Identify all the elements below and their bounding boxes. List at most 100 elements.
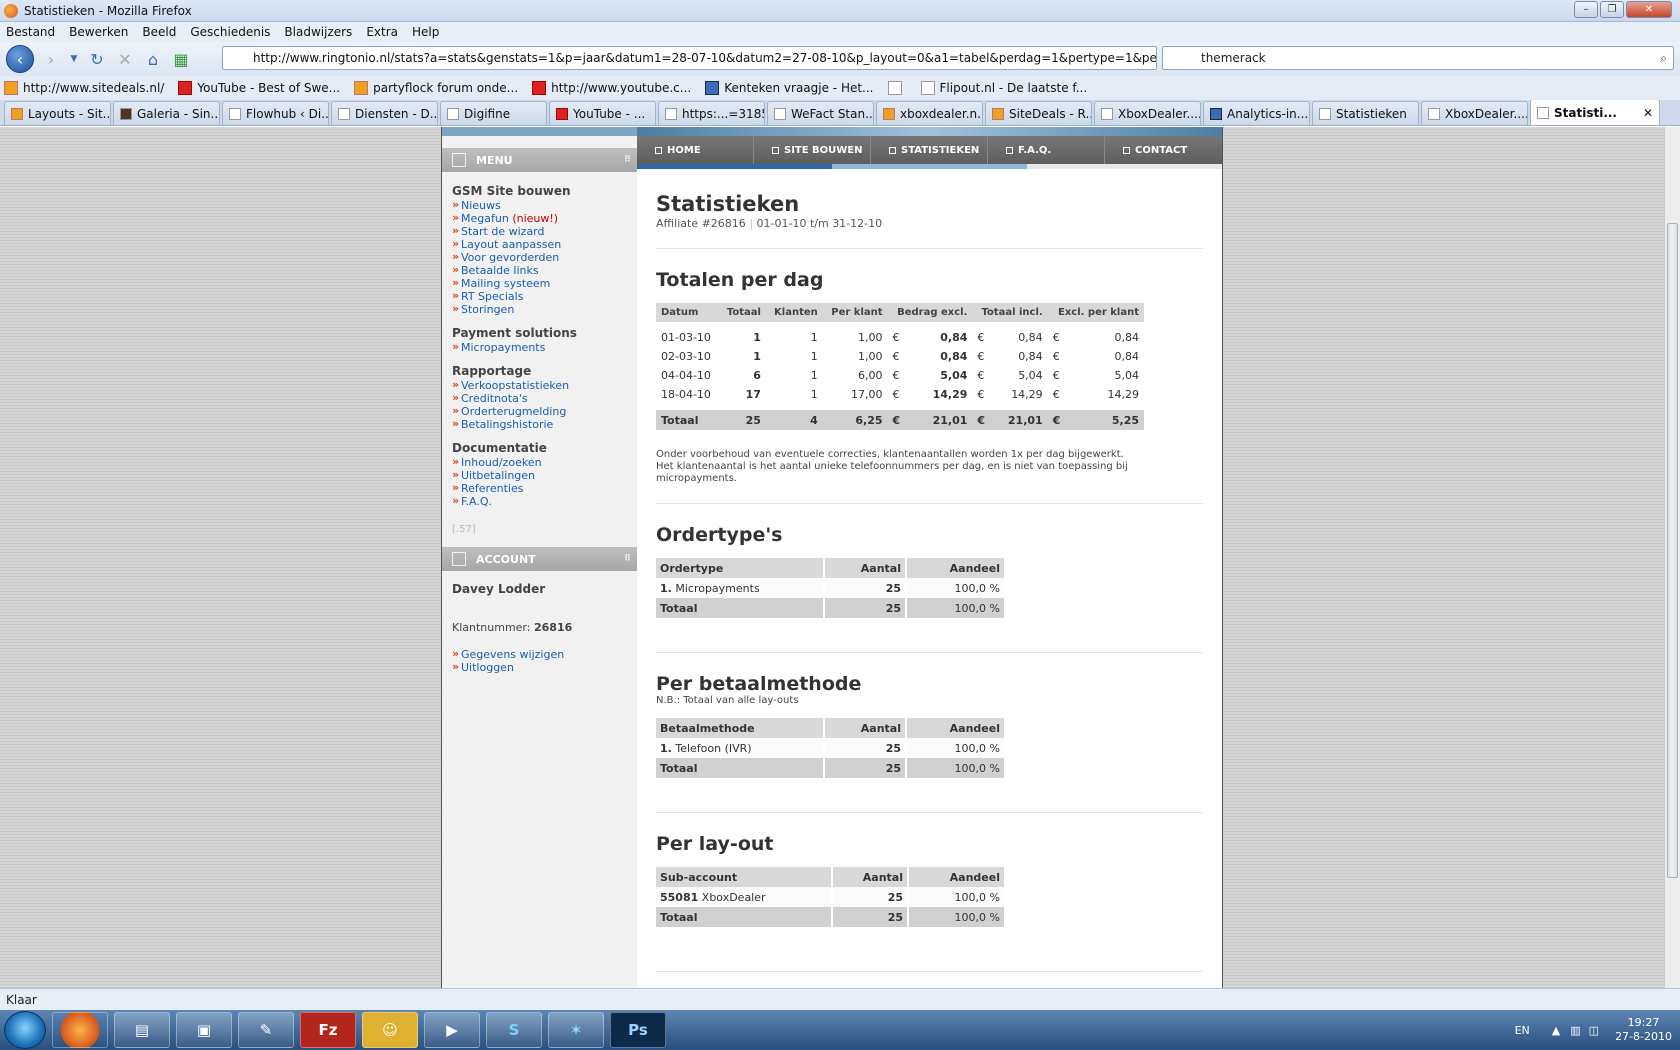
maximize-button[interactable]: ❐ (1600, 1, 1624, 18)
table-cell: 0,84 (1114, 331, 1140, 344)
sidebar-item-faq[interactable]: F.A.Q. (452, 494, 637, 508)
show-hidden-icons-icon[interactable]: ▲ (1552, 1024, 1560, 1037)
sidebar-item-gevorderden[interactable]: Voor gevorderden (452, 250, 637, 264)
browser-tab[interactable]: Statistieken (1312, 101, 1419, 125)
search-box[interactable]: themerack ⌕ (1162, 46, 1674, 70)
sidebar-item-rt-specials[interactable]: RT Specials (452, 289, 637, 303)
sidebar-item-creditnotas[interactable]: Creditnota's (452, 391, 637, 405)
browser-tab[interactable]: Digifine (440, 101, 547, 125)
sidebar-item-inhoud[interactable]: Inhoud/zoeken (452, 455, 637, 469)
betaalmethode-table: Betaalmethode Aantal Aandeel 1. Telefoon (… (656, 718, 1006, 778)
sidebar-item-nieuws[interactable]: Nieuws (452, 198, 637, 212)
nav-home[interactable]: HOME (637, 136, 754, 164)
reload-icon[interactable]: ↻ (86, 48, 108, 70)
search-icon[interactable]: ⌕ (1660, 51, 1667, 66)
url-bar[interactable]: http://www.ringtonio.nl/stats?a=stats&ge… (222, 46, 1157, 70)
edit-profile-link[interactable]: Gegevens wijzigen (452, 647, 637, 661)
close-window-button[interactable]: ✕ (1626, 1, 1672, 18)
language-indicator[interactable]: EN (1515, 1024, 1530, 1037)
photoshop-taskbar-icon[interactable]: Ps (610, 1012, 666, 1048)
sidebar-item-wizard[interactable]: Start de wizard (452, 224, 637, 238)
menu-bladwijzers[interactable]: Bladwijzers (284, 25, 352, 39)
vertical-scrollbar[interactable] (1664, 127, 1680, 988)
home-icon[interactable]: ⌂ (142, 48, 164, 70)
browser-tab[interactable]: Galeria - Sin... (113, 101, 220, 125)
notepad-taskbar-icon[interactable]: ✎ (238, 1012, 294, 1048)
browser-tab-active[interactable]: Statisti... ✕ (1530, 100, 1660, 125)
back-button[interactable]: ‹ (6, 45, 34, 73)
close-tab-icon[interactable]: ✕ (1643, 106, 1653, 120)
menu-help[interactable]: Help (412, 25, 439, 39)
menu-bestand[interactable]: Bestand (6, 25, 55, 39)
menu-icon (452, 153, 466, 167)
history-dropdown-icon[interactable]: ▼ (68, 48, 80, 70)
sidebar-item-storingen[interactable]: Storingen (452, 302, 637, 316)
bookmark-item[interactable]: http://www.youtube.c... (532, 81, 691, 95)
table-cell: 0,84 (1018, 350, 1043, 363)
browser-tab[interactable]: https:...=3185 (658, 101, 765, 125)
volume-icon[interactable]: ◫ (1589, 1024, 1599, 1037)
browser-tab[interactable]: Flowhub ‹ Di... (222, 101, 329, 125)
bookmark-item[interactable]: partyflock forum onde... (354, 81, 518, 95)
table-row: 55081 XboxDealer 25 100,0 % (656, 887, 1006, 907)
sidebar-item-verkoopstatistieken[interactable]: Verkoopstatistieken (452, 378, 637, 392)
firefox-taskbar-icon[interactable] (52, 1012, 108, 1048)
skype-taskbar-icon[interactable]: S (486, 1012, 542, 1048)
media-player-taskbar-icon[interactable]: ▶ (424, 1012, 480, 1048)
browser-tab[interactable]: WeFact Stan... (767, 101, 874, 125)
menu-beeld[interactable]: Beeld (142, 25, 176, 39)
window-title: Statistieken - Mozilla Firefox (24, 3, 192, 18)
bookmark-item[interactable] (887, 81, 907, 95)
sidebar-item-betalingshistorie[interactable]: Betalingshistorie (452, 417, 637, 431)
browser-tab[interactable]: YouTube - ... (549, 101, 656, 125)
bookmark-item[interactable]: http://www.sitedeals.nl/ (4, 81, 164, 95)
menu-geschiedenis[interactable]: Geschiedenis (190, 25, 270, 39)
browser-tab[interactable]: Diensten - D... (331, 101, 438, 125)
sidebar-item-micropayments[interactable]: Micropayments (452, 340, 637, 354)
sidebar-item-layout[interactable]: Layout aanpassen (452, 237, 637, 251)
sidebar-item-uitbetalingen[interactable]: Uitbetalingen (452, 468, 637, 482)
minimize-button[interactable]: – (1574, 1, 1598, 18)
menu-bewerken[interactable]: Bewerken (69, 25, 128, 39)
nav-statistieken[interactable]: STATISTIEKEN (871, 136, 988, 164)
bookmark-item[interactable]: YouTube - Best of Swe... (178, 81, 340, 95)
divider (656, 503, 1203, 504)
browser-tab[interactable]: xboxdealer.n... (876, 101, 983, 125)
star-app-taskbar-icon[interactable]: ✶ (548, 1012, 604, 1048)
explorer-taskbar-icon[interactable]: ▤ (114, 1012, 170, 1048)
nav-contact[interactable]: CONTACT (1105, 136, 1220, 164)
logout-link[interactable]: Uitloggen (452, 660, 637, 674)
browser-tab[interactable]: Layouts - Sit... (4, 101, 111, 125)
forward-button[interactable]: › (40, 48, 62, 70)
network-icon[interactable]: ▥ (1570, 1024, 1580, 1037)
sidebar-item-mailing[interactable]: Mailing systeem (452, 276, 637, 290)
menu-extra[interactable]: Extra (366, 25, 398, 39)
sidebar-item-referenties[interactable]: Referenties (452, 481, 637, 495)
messenger-taskbar-icon[interactable]: ☺ (362, 1012, 418, 1048)
nav-site-bouwen[interactable]: SITE BOUWEN (754, 136, 871, 164)
browser-tab[interactable]: XboxDealer.... (1421, 101, 1528, 125)
grip-icon[interactable]: ⠿ (624, 155, 631, 165)
browser-tab[interactable]: XboxDealer.... (1094, 101, 1201, 125)
nav-underline (637, 164, 1222, 169)
scrollbar-thumb[interactable] (1667, 223, 1678, 878)
start-button[interactable] (4, 1011, 46, 1049)
divider (656, 652, 1203, 653)
col-bedrag-excl: Bedrag excl. (887, 303, 973, 322)
table-cell: 1 (810, 388, 818, 401)
bookmark-manager-icon[interactable]: ▦ (170, 48, 192, 70)
browser-tab[interactable]: SiteDeals - R... (985, 101, 1092, 125)
sidebar-item-betaalde-links[interactable]: Betaalde links (452, 263, 637, 277)
stop-icon[interactable]: ✕ (114, 48, 136, 70)
clock[interactable]: 19:27 27-8-2010 (1615, 1016, 1672, 1044)
filezilla-taskbar-icon[interactable]: Fz (300, 1012, 356, 1048)
sidebar-item-orderterugmelding[interactable]: Orderterugmelding (452, 404, 637, 418)
photo-viewer-taskbar-icon[interactable]: ▣ (176, 1012, 232, 1048)
bookmark-item[interactable]: Kenteken vraagje - Het... (705, 81, 874, 95)
sidebar-item-megafun[interactable]: Megafun (nieuw!) (452, 211, 637, 225)
browser-tab[interactable]: Analytics-in... (1203, 101, 1310, 125)
grip-icon[interactable]: ⠿ (624, 554, 631, 564)
bookmark-item[interactable]: Flipout.nl - De laatste f... (920, 81, 1087, 95)
nav-faq[interactable]: F.A.Q. (988, 136, 1105, 164)
table-cell: Totaal (656, 410, 720, 430)
